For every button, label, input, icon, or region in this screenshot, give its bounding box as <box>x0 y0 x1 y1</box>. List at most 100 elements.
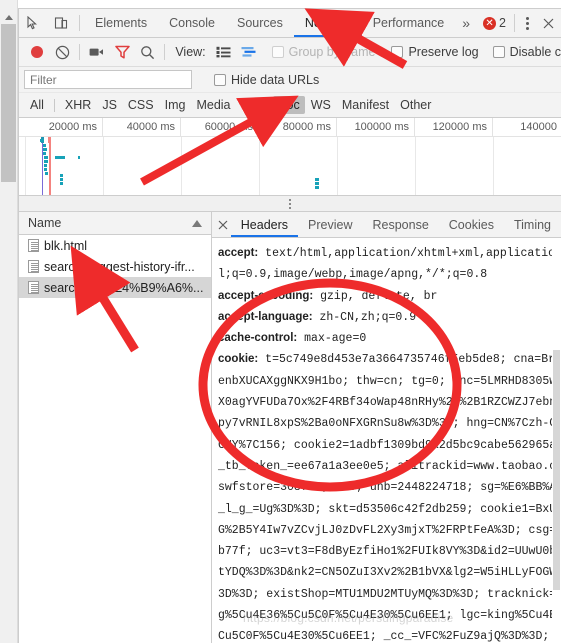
header-value: X0agYVFUDa7Ox%2F4RBf34oWap48nRHy%2B%2B1R… <box>218 396 561 410</box>
page-scroll-thumb[interactable] <box>1 24 16 182</box>
type-filter-js[interactable]: JS <box>97 96 122 114</box>
tab-response[interactable]: Response <box>362 212 438 237</box>
tab-headers[interactable]: Headers <box>231 212 298 237</box>
tab-headers-label: Headers <box>240 217 289 232</box>
header-line: CNY%7C156; cookie2=1adbf1309bd9a2d5bc9ca… <box>218 435 561 456</box>
tab-timing-label: Timing <box>513 217 551 232</box>
device-toolbar-icon[interactable] <box>47 9 75 37</box>
header-line: py7vRNIL8xpS%2Ba0oNFXGRnSu8w%3D%3D; hng=… <box>218 413 561 434</box>
tab-elements[interactable]: Elements <box>84 9 158 37</box>
header-line: enbXUCAXggNKX9H1bo; thw=cn; tg=0; enc=5L… <box>218 371 561 392</box>
filter-input[interactable] <box>24 70 192 89</box>
tab-console-label: Console <box>169 16 215 30</box>
splitter-grip <box>289 198 291 209</box>
overview-graph[interactable] <box>19 137 561 195</box>
ruler-tick-6: 120000 ms <box>415 118 493 137</box>
tab-preview[interactable]: Preview <box>298 212 362 237</box>
header-value: zh-CN,zh;q=0.9 <box>312 310 417 324</box>
close-icon[interactable] <box>537 9 559 37</box>
header-value: CNY%7C156; cookie2=1adbf1309bd9a2d5bc9ca… <box>218 438 561 452</box>
record-stop-icon[interactable] <box>24 39 49 65</box>
more-tabs-icon[interactable]: » <box>455 15 477 31</box>
network-bottom-panes: Name blk.html search-suggest-history-ifr… <box>19 212 561 643</box>
header-value: b77f; uc3=vt3=F8dByEzfiHo1%2FUIk8VY%3D&i… <box>218 545 561 559</box>
type-filter-img[interactable]: Img <box>160 96 191 114</box>
overview-right-handle[interactable] <box>48 137 51 143</box>
group-by-frame-checkbox[interactable]: Group by frame <box>271 45 375 59</box>
hide-data-urls-checkbox[interactable]: Hide data URLs <box>214 73 319 87</box>
error-count-badge[interactable]: ✕ 2 <box>477 16 512 30</box>
tab-performance-label: Performance <box>372 16 445 30</box>
request-name: search-suggest-history-ifr... <box>44 259 195 274</box>
clear-icon[interactable] <box>49 39 74 65</box>
pane-splitter[interactable] <box>19 196 561 212</box>
page-scroll-up-arrow[interactable] <box>0 10 17 24</box>
toolbar-divider-3 <box>78 44 80 60</box>
type-filter-all[interactable]: All <box>25 96 49 114</box>
list-view-icon[interactable] <box>211 39 236 65</box>
network-overview[interactable]: 20000 ms 40000 ms 60000 ms 80000 ms 1000… <box>19 118 561 196</box>
document-icon <box>28 239 39 252</box>
detail-scrollbar[interactable] <box>552 238 561 643</box>
group-by-frame-box <box>271 46 284 58</box>
header-line: accept: text/html,application/xhtml+xml,… <box>218 243 561 264</box>
header-line: l;q=0.9,image/webp,image/apng,*/*;q=0.8 <box>218 264 561 285</box>
header-key: cookie: <box>218 353 259 366</box>
tab-cookies[interactable]: Cookies <box>439 212 504 237</box>
funnel-icon[interactable] <box>109 39 134 65</box>
sort-ascending-icon <box>192 220 202 227</box>
hide-data-urls-box <box>214 73 226 86</box>
ruler-tick-5: 100000 ms <box>337 118 415 137</box>
type-filter-media[interactable]: Media <box>191 96 235 114</box>
ruler-tick-2: 40000 ms <box>103 118 181 137</box>
detail-scrollbar-thumb[interactable] <box>553 350 560 590</box>
type-filter-other[interactable]: Other <box>395 96 436 114</box>
type-filter-font[interactable]: Font <box>237 96 272 114</box>
tab-response-label: Response <box>372 217 429 232</box>
request-detail-pane: Headers Preview Response Cookies Timing … <box>212 212 561 643</box>
type-filter-ws[interactable]: WS <box>306 96 336 114</box>
header-value: _tb_token_=ee67a1a3ee0e5; alitrackid=www… <box>218 459 561 473</box>
request-name: search?q=%E4%B9%A6%... <box>44 280 204 295</box>
header-value: G%2B5Y4Iw7vZCvjLJ0zDvFL2Xy3mjxT%2FRPtFeA… <box>218 523 561 537</box>
ruler-tick-3: 60000 ms <box>181 118 259 137</box>
inspect-cursor-icon[interactable] <box>19 9 47 37</box>
tab-sources[interactable]: Sources <box>226 9 294 37</box>
header-value: py7vRNIL8xpS%2Ba0oNFXGRnSu8w%3D%3D; hng=… <box>218 417 561 431</box>
tab-console[interactable]: Console <box>158 9 226 37</box>
header-line: X0agYVFUDa7Ox%2F4RBf34oWap48nRHy%2B%2B1R… <box>218 392 561 413</box>
tab-network[interactable]: Network <box>294 9 362 37</box>
type-filter-doc[interactable]: Doc <box>272 96 305 114</box>
tab-cookies-label: Cookies <box>448 217 494 232</box>
disable-cache-checkbox[interactable]: Disable c <box>492 45 561 59</box>
waterfall-view-icon[interactable] <box>236 39 261 65</box>
error-count-label: 2 <box>499 16 506 30</box>
tab-performance[interactable]: Performance <box>362 9 456 37</box>
header-line: 3D%3D; existShop=MTU1MDU2MTUyMQ%3D%3D; t… <box>218 584 561 605</box>
header-line: _l_g_=Ug%3D%3D; skt=d53506c42f2db259; co… <box>218 499 561 520</box>
request-list-pane: Name blk.html search-suggest-history-ifr… <box>19 212 212 643</box>
header-line: G%2B5Y4Iw7vZCvjLJ0zDvFL2Xy3mjxT%2FRPtFeA… <box>218 520 561 541</box>
network-toolbar: View: Group by frame Preserve log Disabl… <box>19 38 561 67</box>
table-row[interactable]: blk.html <box>19 235 211 256</box>
timeline-ruler: 20000 ms 40000 ms 60000 ms 80000 ms 1000… <box>19 118 561 137</box>
header-line: swfstore=308730; v=0; unb=2448224718; sg… <box>218 477 561 498</box>
type-filter-xhr[interactable]: XHR <box>60 96 96 114</box>
page-scrollbar[interactable] <box>0 0 18 643</box>
request-list-column-name[interactable]: Name <box>19 212 211 235</box>
kebab-menu-icon[interactable] <box>517 9 537 37</box>
resource-type-filters: All XHR JS CSS Img Media Font Doc WS Man… <box>19 93 561 118</box>
header-value: swfstore=308730; v=0; unb=2448224718; sg… <box>218 481 561 495</box>
table-row[interactable]: search?q=%E4%B9%A6%... <box>19 277 211 298</box>
tab-timing[interactable]: Timing <box>504 212 561 237</box>
type-filter-manifest[interactable]: Manifest <box>337 96 394 114</box>
header-line: _tb_token_=ee67a1a3ee0e5; alitrackid=www… <box>218 456 561 477</box>
type-filter-css[interactable]: CSS <box>123 96 159 114</box>
search-icon[interactable] <box>135 39 160 65</box>
camera-icon[interactable] <box>84 39 109 65</box>
devtools-panel: Elements Console Sources Network Perform… <box>18 8 561 643</box>
close-icon[interactable] <box>216 212 231 237</box>
preserve-log-checkbox[interactable]: Preserve log <box>391 45 479 59</box>
type-filter-divider <box>53 98 55 112</box>
table-row[interactable]: search-suggest-history-ifr... <box>19 256 211 277</box>
